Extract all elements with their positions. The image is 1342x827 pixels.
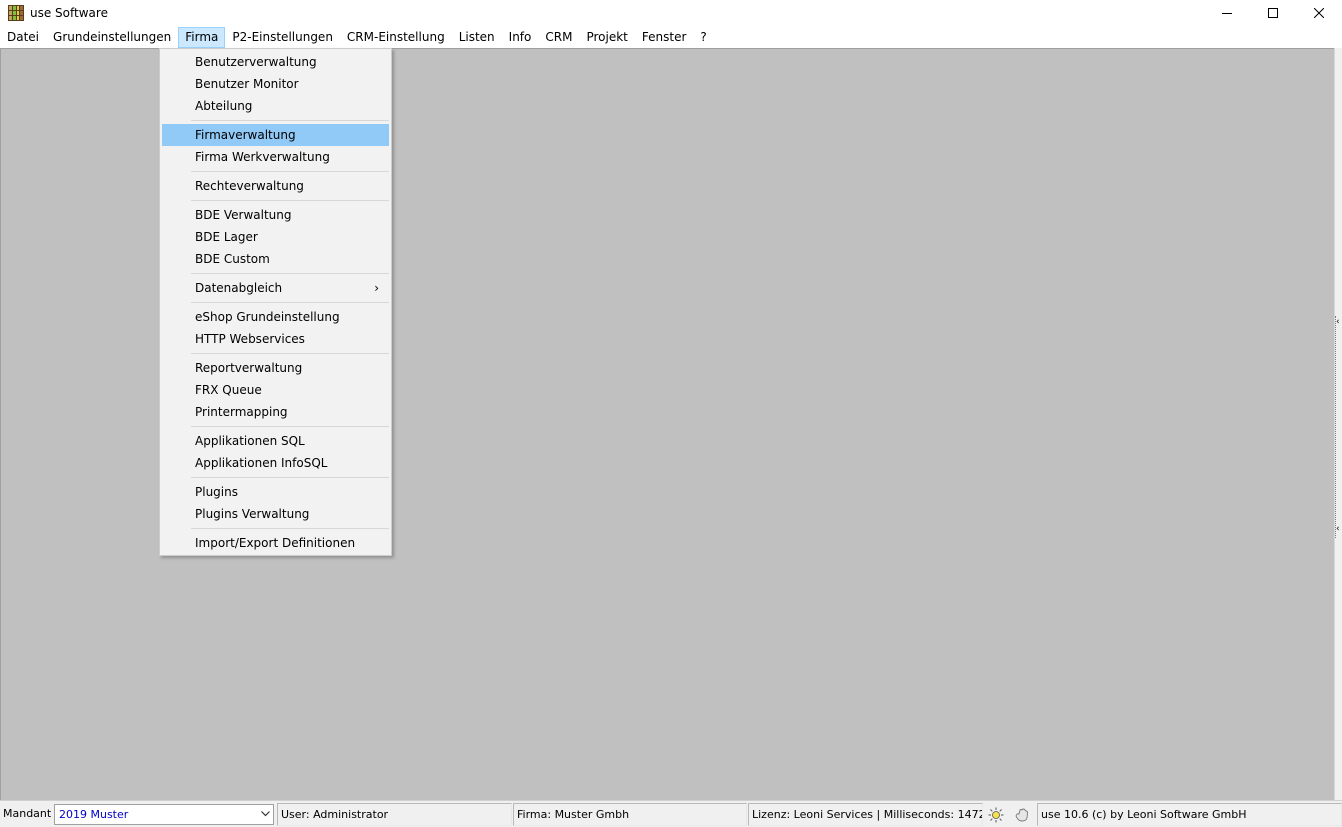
menu-item-rechteverwaltung[interactable]: Rechteverwaltung	[162, 175, 389, 197]
menu-item-eshop-grundeinstellung[interactable]: eShop Grundeinstellung	[162, 306, 389, 328]
mandant-label: Mandant	[0, 803, 52, 826]
menu-separator	[191, 171, 389, 172]
close-button[interactable]	[1296, 0, 1342, 26]
menu-projekt[interactable]: Projekt	[579, 27, 634, 48]
sun-icon[interactable]	[986, 805, 1006, 825]
menu-item-applikationen-infosql[interactable]: Applikationen InfoSQL	[162, 452, 389, 474]
maximize-icon	[1268, 8, 1278, 18]
menu-help[interactable]: ?	[693, 27, 713, 48]
chevron-right-icon: ›	[374, 281, 379, 295]
menu-separator	[191, 200, 389, 201]
menu-item-benutzer-monitor[interactable]: Benutzer Monitor	[162, 73, 389, 95]
menu-item-datenabgleich-label: Datenabgleich	[195, 281, 283, 295]
menu-separator	[191, 477, 389, 478]
menu-bar: Datei Grundeinstellungen Firma P2-Einste…	[0, 27, 1342, 48]
menu-separator	[191, 353, 389, 354]
menu-separator	[191, 302, 389, 303]
menu-item-bde-verwaltung[interactable]: BDE Verwaltung	[162, 204, 389, 226]
menu-datei[interactable]: Datei	[0, 27, 46, 48]
menu-p2-einstellungen[interactable]: P2-Einstellungen	[225, 27, 340, 48]
splitter-expand-icon[interactable]: ‹	[1336, 525, 1340, 534]
mandant-select[interactable]: 2019 Muster	[54, 804, 274, 825]
menu-separator	[191, 120, 389, 121]
menu-grundeinstellungen[interactable]: Grundeinstellungen	[46, 27, 178, 48]
menu-fenster[interactable]: Fenster	[635, 27, 694, 48]
menu-item-http-webservices[interactable]: HTTP Webservices	[162, 328, 389, 350]
menu-separator	[191, 528, 389, 529]
mandant-select-value: 2019 Muster	[59, 808, 129, 821]
menu-item-import-export-definitionen[interactable]: Import/Export Definitionen	[162, 532, 389, 554]
menu-item-applikationen-sql[interactable]: Applikationen SQL	[162, 430, 389, 452]
window-title: use Software	[30, 6, 108, 20]
chevron-down-icon[interactable]	[261, 811, 270, 817]
menu-item-firma-werkverwaltung[interactable]: Firma Werkverwaltung	[162, 146, 389, 168]
status-bar: Mandant 2019 Muster User: Administrator …	[0, 800, 1342, 827]
splitter-collapse-icon[interactable]: ‹	[1336, 318, 1340, 327]
title-bar[interactable]: use Software	[0, 0, 1342, 26]
menu-firma[interactable]: Firma	[178, 27, 226, 48]
maximize-button[interactable]	[1250, 0, 1296, 26]
status-lizenz: Lizenz: Leoni Services | Milliseconds: 1…	[748, 803, 983, 826]
menu-item-frx-queue[interactable]: FRX Queue	[162, 379, 389, 401]
menu-item-plugins[interactable]: Plugins	[162, 481, 389, 503]
menu-listen[interactable]: Listen	[452, 27, 502, 48]
close-icon	[1314, 8, 1324, 18]
menu-item-abteilung[interactable]: Abteilung	[162, 95, 389, 117]
menu-item-bde-custom[interactable]: BDE Custom	[162, 248, 389, 270]
splitter-handle[interactable]	[1335, 316, 1342, 538]
menu-info[interactable]: Info	[502, 27, 539, 48]
menu-item-firmaverwaltung[interactable]: Firmaverwaltung	[162, 124, 389, 146]
menu-separator	[191, 273, 389, 274]
menu-item-plugins-verwaltung[interactable]: Plugins Verwaltung	[162, 503, 389, 525]
status-version: use 10.6 (c) by Leoni Software GmbH	[1037, 803, 1342, 826]
menu-item-datenabgleich[interactable]: Datenabgleich ›	[162, 277, 389, 299]
menu-item-reportverwaltung[interactable]: Reportverwaltung	[162, 357, 389, 379]
minimize-icon	[1222, 13, 1232, 14]
menu-item-printermapping[interactable]: Printermapping	[162, 401, 389, 423]
hand-icon[interactable]	[1012, 805, 1032, 825]
menu-crm-einstellung[interactable]: CRM-Einstellung	[340, 27, 452, 48]
status-user: User: Administrator	[277, 803, 512, 826]
menu-item-bde-lager[interactable]: BDE Lager	[162, 226, 389, 248]
menu-item-benutzerverwaltung[interactable]: Benutzerverwaltung	[162, 51, 389, 73]
grid-app-icon	[8, 5, 24, 21]
menu-separator	[191, 426, 389, 427]
minimize-button[interactable]	[1204, 0, 1250, 26]
app-window: use Software Datei Grundeinstellungen Fi…	[0, 0, 1342, 827]
firma-dropdown-menu: Benutzerverwaltung Benutzer Monitor Abte…	[159, 48, 392, 556]
status-firma: Firma: Muster Gmbh	[513, 803, 747, 826]
menu-crm[interactable]: CRM	[538, 27, 579, 48]
